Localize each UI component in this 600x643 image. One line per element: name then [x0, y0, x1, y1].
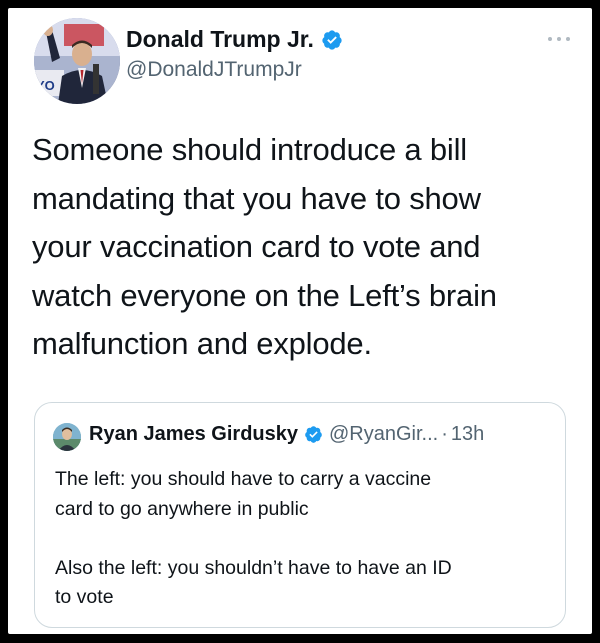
author-display-name[interactable]: Donald Trump Jr. — [126, 26, 343, 53]
quoted-separator: · — [441, 423, 448, 445]
quoted-tweet-header: Ryan James Girdusky @RyanGir... · 13h — [89, 423, 484, 446]
more-horizontal-icon[interactable] — [546, 34, 572, 44]
quoted-text-line: The left: you should have to carry a vac… — [55, 468, 432, 490]
quoted-text-line: to vote — [55, 586, 114, 608]
tweet-text-line: mandating that you have to show — [32, 180, 481, 216]
quoted-verified-badge-icon — [305, 426, 322, 443]
tweet-text-line: your vaccination card to vote and — [32, 229, 481, 264]
tweet-text-line: Someone should introduce a bill — [32, 132, 467, 167]
verified-badge-icon — [322, 29, 342, 50]
quoted-avatar-photo — [53, 423, 81, 451]
avatar-photo: YO — [34, 18, 120, 104]
author-handle[interactable]: @DonaldJTrumpJr — [126, 58, 302, 82]
tweet-text-line: malfunction and explode. — [32, 326, 372, 361]
quoted-timestamp[interactable]: 13h — [451, 423, 484, 446]
tweet-text: Someone should introduce a bill mandatin… — [32, 126, 572, 369]
quoted-text-line: Also the left: you shouldn’t have to hav… — [55, 556, 452, 579]
quoted-text-line: card to go anywhere in public — [55, 497, 309, 520]
tweet-text-line: watch everyone on the Left’s brain — [32, 277, 497, 313]
quoted-tweet-text: The left: you should have to carry a vac… — [55, 465, 555, 613]
quoted-tweet[interactable]: Ryan James Girdusky @RyanGir... · 13h Th… — [34, 402, 566, 628]
avatar-sign-text: YO — [36, 78, 55, 93]
screenshot-frame: YO Donald Trump Jr. @DonaldJTrumpJr Some… — [0, 0, 600, 643]
quoted-author-name[interactable]: Ryan James Girdusky — [89, 423, 298, 446]
quoted-author-avatar[interactable] — [53, 423, 81, 451]
author-avatar[interactable]: YO — [34, 18, 120, 104]
tweet-card[interactable]: YO Donald Trump Jr. @DonaldJTrumpJr Some… — [8, 8, 592, 634]
author-name-text: Donald Trump Jr. — [126, 26, 314, 52]
quoted-author-handle[interactable]: @RyanGir... — [329, 423, 438, 446]
